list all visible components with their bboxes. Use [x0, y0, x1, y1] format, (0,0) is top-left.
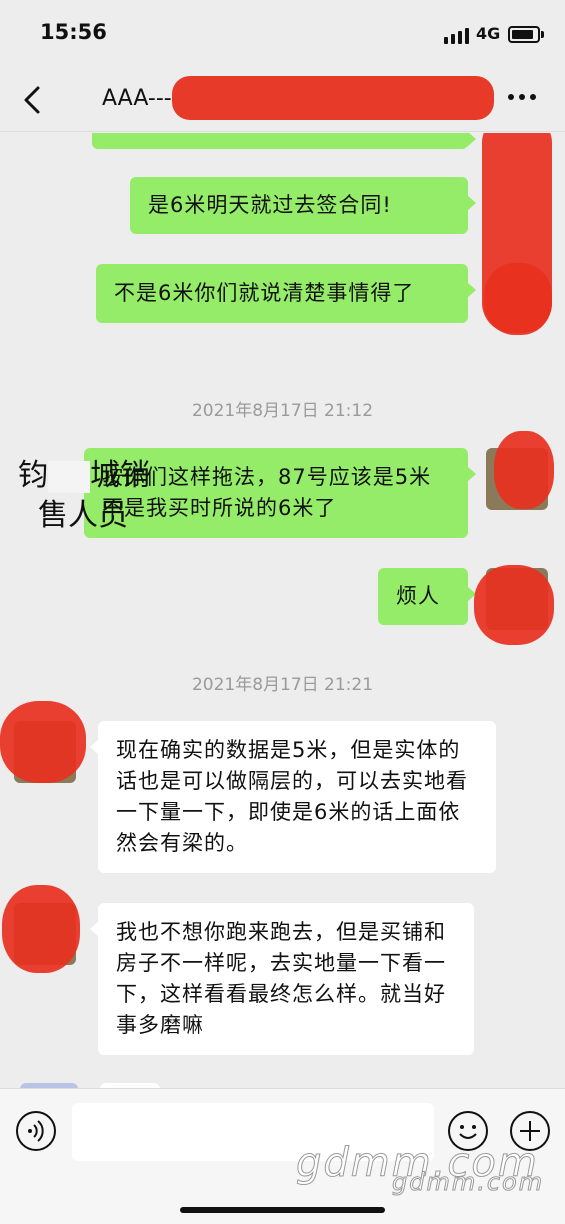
- message-bubble[interactable]: 我也不想你跑来跑去，但是买铺和房子不一样呢，去实地量一下看一下，这样看看最终怎么…: [90, 903, 474, 1055]
- annotation-text: 售人员: [38, 498, 128, 533]
- message-text: 按你们这样拖法，87号应该是5米不是我买时所说的6米了: [102, 465, 432, 520]
- annotation-text: 钧: [18, 458, 48, 493]
- timestamp: 2021年8月17日 21:12: [191, 401, 374, 421]
- watermark: gdmm.com: [391, 1168, 545, 1197]
- redaction-mark: [0, 701, 86, 783]
- message-text: 现在确实的数据是5米，但是实体的话也是可以做隔层的，可以去实地看一下量一下，即使…: [116, 738, 468, 855]
- message-bubble[interactable]: 烦人: [378, 568, 476, 625]
- redaction-mark: [474, 565, 554, 645]
- message-bubble-partial[interactable]: [92, 133, 476, 149]
- message-bubble[interactable]: 是6米明天就过去签合同!: [130, 177, 476, 234]
- redaction-mark: [172, 76, 494, 120]
- voice-icon[interactable]: [16, 1111, 56, 1151]
- message-text: 烦人: [396, 584, 440, 608]
- redaction-mark: [494, 431, 554, 509]
- message-text: 我也不想你跑来跑去，但是买铺和房子不一样呢，去实地量一下看一下，这样看看最终怎么…: [116, 920, 446, 1037]
- chat-area[interactable]: 是6米明天就过去签合同! 不是6米你们就说清楚事情得了 2021年8月17日 2…: [0, 133, 565, 1088]
- message-text: 不是6米你们就说清楚事情得了: [114, 281, 415, 305]
- home-indicator: [180, 1207, 385, 1213]
- redaction-mark: [484, 263, 552, 335]
- nav-bar: AAA---: [0, 68, 565, 132]
- message-text: 是6米明天就过去签合同!: [148, 193, 392, 217]
- signal-icon: [444, 28, 469, 44]
- battery-tip: [541, 31, 544, 38]
- status-time: 15:56: [40, 20, 107, 44]
- annotation-text: 城销: [90, 458, 150, 493]
- message-bubble[interactable]: 不是6米你们就说清楚事情得了: [96, 264, 476, 323]
- timestamp: 2021年8月17日 21:21: [191, 675, 374, 695]
- annotation-gap: [48, 460, 90, 493]
- chat-title: AAA---: [102, 86, 172, 111]
- battery-icon: [508, 26, 540, 43]
- status-bar: 15:56 4G: [0, 0, 565, 68]
- message-bubble[interactable]: 现在确实的数据是5米，但是实体的话也是可以做隔层的，可以去实地看一下量一下，即使…: [90, 721, 496, 873]
- network-type: 4G: [476, 24, 501, 43]
- back-arrow-icon[interactable]: [18, 82, 50, 118]
- redaction-mark: [2, 885, 80, 973]
- annotation-overlay: 钧 城销 售人员: [18, 456, 150, 536]
- more-icon[interactable]: [508, 94, 536, 100]
